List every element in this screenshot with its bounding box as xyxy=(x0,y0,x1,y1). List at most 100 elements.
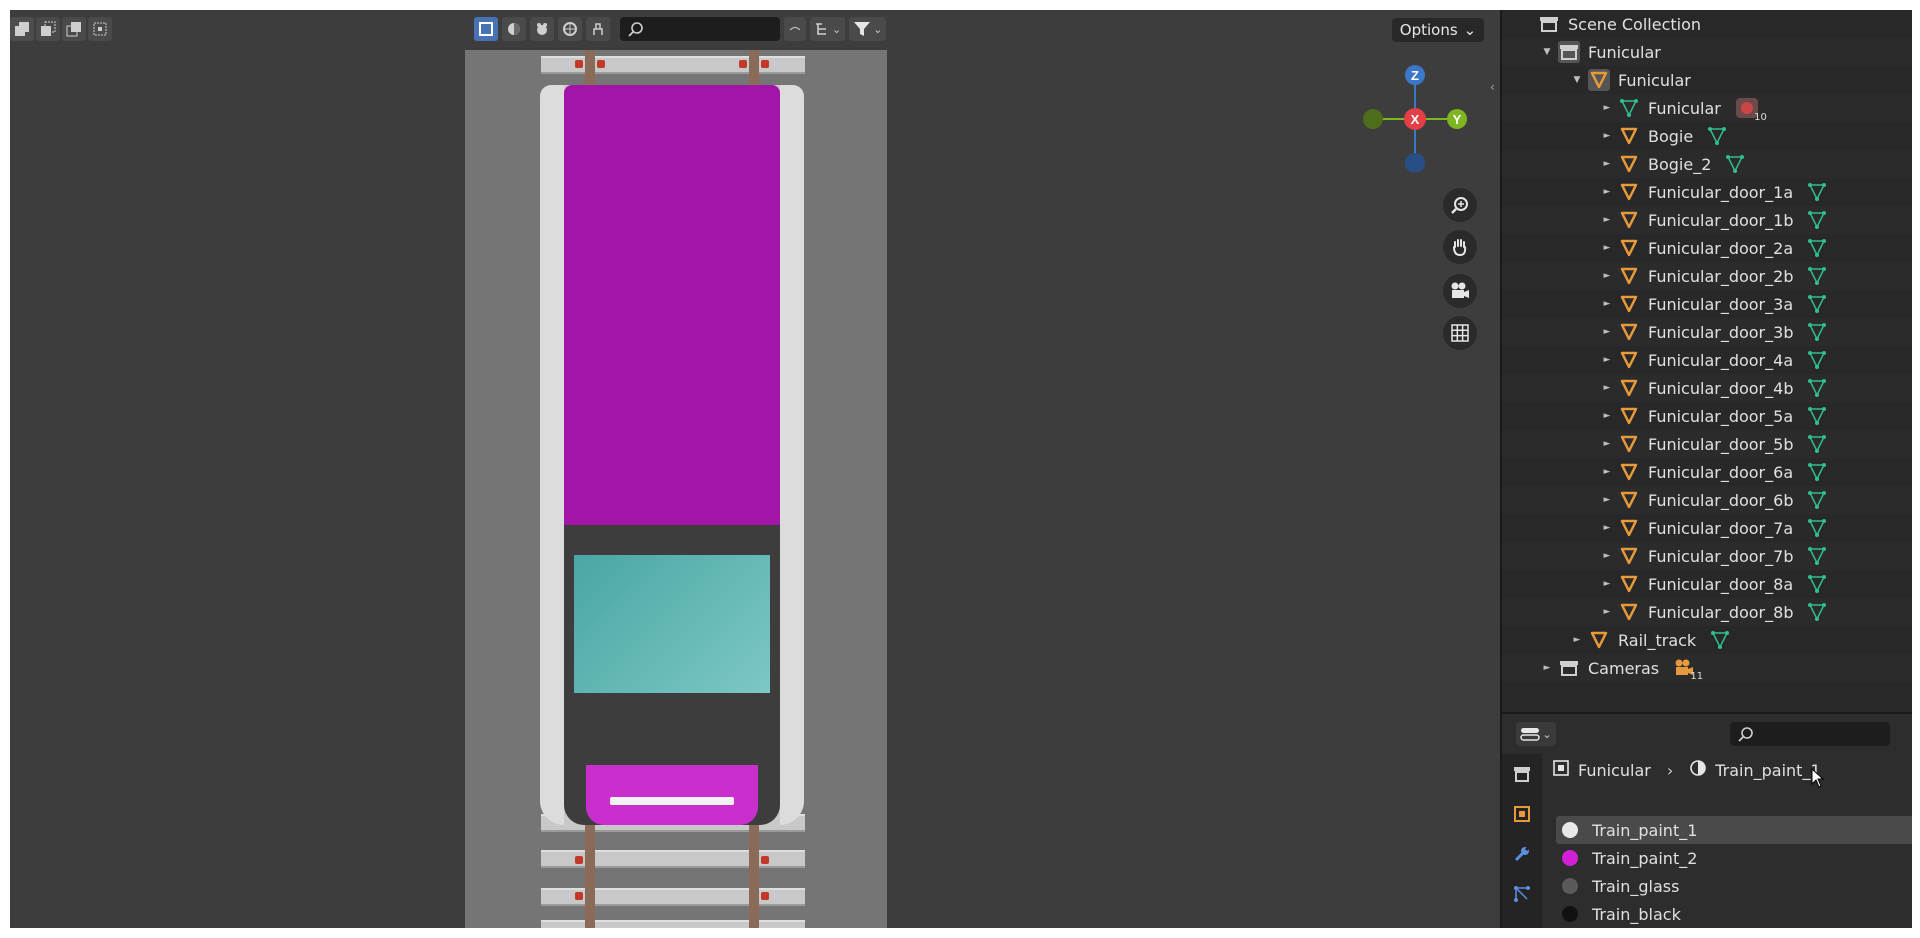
object-tab-icon[interactable] xyxy=(1510,802,1534,826)
mesh-data-icon[interactable] xyxy=(1807,182,1827,202)
disclosure-closed-icon[interactable]: ► xyxy=(1602,607,1612,617)
properties-search-input[interactable] xyxy=(1730,722,1890,746)
camera-view-icon[interactable] xyxy=(1443,274,1477,308)
outliner-row[interactable]: ► Funicular_door_4a xyxy=(1502,346,1912,374)
mesh-data-icon[interactable] xyxy=(1807,322,1827,342)
mesh-data-icon[interactable] xyxy=(1807,602,1827,622)
pan-hand-icon[interactable] xyxy=(1443,230,1477,264)
disclosure-closed-icon[interactable]: ► xyxy=(1602,495,1612,505)
outliner-row[interactable]: ► Funicular_door_2a xyxy=(1502,234,1912,262)
options-dropdown[interactable]: Options ⌄ xyxy=(1392,18,1484,42)
disclosure-closed-icon[interactable]: ► xyxy=(1602,551,1612,561)
outliner-row[interactable]: ► Funicular_door_6b xyxy=(1502,486,1912,514)
disclosure-closed-icon[interactable]: ► xyxy=(1602,327,1612,337)
disclosure-open-icon[interactable]: ▼ xyxy=(1542,47,1552,57)
3d-viewport[interactable]: ⌄ ⌄ Options ⌄ Z X Y ‹ xyxy=(10,10,1500,928)
outliner-row[interactable]: ► Funicular_door_8b xyxy=(1502,598,1912,626)
select-intersect-icon[interactable] xyxy=(88,17,112,41)
disclosure-closed-icon[interactable]: ► xyxy=(1572,635,1582,645)
outliner-row[interactable]: ► Funicular_door_1a xyxy=(1502,178,1912,206)
outliner-row[interactable]: ► Funicular_door_7b xyxy=(1502,542,1912,570)
mesh-data-icon[interactable] xyxy=(1807,266,1827,286)
material-slot[interactable]: Train_paint_1 xyxy=(1556,816,1912,844)
zoom-icon[interactable] xyxy=(1443,188,1477,222)
solid-shading-icon[interactable] xyxy=(502,17,526,41)
scene-collection-row[interactable]: Scene Collection xyxy=(1502,10,1912,38)
filter-dropdown[interactable]: ⌄ xyxy=(849,17,887,41)
modifier-icon[interactable]: 10 xyxy=(1735,97,1767,123)
outliner-row[interactable]: ► Funicular_door_5b xyxy=(1502,430,1912,458)
outliner-row[interactable]: ► Funicular_door_6a xyxy=(1502,458,1912,486)
rendered-shading-icon[interactable] xyxy=(558,17,582,41)
outliner-row[interactable]: ► Funicular_door_3a xyxy=(1502,290,1912,318)
disclosure-closed-icon[interactable]: ► xyxy=(1602,243,1612,253)
ortho-grid-icon[interactable] xyxy=(1443,316,1477,350)
disclosure-closed-icon[interactable]: ► xyxy=(1602,411,1612,421)
outliner-row[interactable]: ► Funicular 10 xyxy=(1502,94,1912,123)
disclosure-open-icon[interactable]: ▼ xyxy=(1572,75,1582,85)
select-new-icon[interactable] xyxy=(10,17,34,41)
mesh-data-icon[interactable] xyxy=(1807,434,1827,454)
outliner-row[interactable]: ► Funicular_door_3b xyxy=(1502,318,1912,346)
disclosure-closed-icon[interactable]: ► xyxy=(1602,579,1612,589)
disclosure-closed-icon[interactable]: ► xyxy=(1602,439,1612,449)
material-slot[interactable]: Train_black xyxy=(1556,900,1912,928)
disclosure-closed-icon[interactable]: ► xyxy=(1602,523,1612,533)
outliner-row[interactable]: ► Funicular_door_5a xyxy=(1502,402,1912,430)
breadcrumb-object[interactable]: Funicular xyxy=(1578,761,1651,780)
outliner-row[interactable]: ► Bogie_2 xyxy=(1502,150,1912,178)
outliner-row[interactable]: ▼ Funicular xyxy=(1502,66,1912,94)
outliner-row[interactable]: ► Funicular_door_1b xyxy=(1502,206,1912,234)
mesh-data-icon[interactable] xyxy=(1807,518,1827,538)
material-preview-icon[interactable] xyxy=(530,17,554,41)
mesh-data-icon[interactable] xyxy=(1710,630,1730,650)
mesh-data-icon[interactable] xyxy=(1807,238,1827,258)
collection-tab-icon[interactable] xyxy=(1510,762,1534,786)
outliner-row[interactable]: ► Funicular_door_2b xyxy=(1502,262,1912,290)
funicular-train-mesh[interactable] xyxy=(540,85,804,825)
material-slot[interactable]: Train_paint_2 xyxy=(1556,844,1912,872)
outliner-row[interactable]: ► Cameras 11 xyxy=(1502,654,1912,682)
breadcrumb-material[interactable]: Train_paint_1 xyxy=(1715,761,1820,780)
wireframe-shading-icon[interactable] xyxy=(474,17,498,41)
outliner-row[interactable]: ▼ Funicular xyxy=(1502,38,1912,66)
disclosure-closed-icon[interactable]: ► xyxy=(1602,187,1612,197)
disclosure-closed-icon[interactable]: ► xyxy=(1602,131,1612,141)
mesh-data-icon[interactable] xyxy=(1807,574,1827,594)
disclosure-closed-icon[interactable]: ► xyxy=(1602,215,1612,225)
mesh-data-icon[interactable] xyxy=(1807,210,1827,230)
particles-data-icon[interactable] xyxy=(1510,882,1534,906)
disclosure-closed-icon[interactable]: ► xyxy=(1542,663,1552,673)
mesh-data-icon[interactable] xyxy=(1707,126,1727,146)
camera-icon[interactable]: 11 xyxy=(1673,658,1703,682)
outliner-row[interactable]: ► Bogie xyxy=(1502,122,1912,150)
disclosure-closed-icon[interactable]: ► xyxy=(1602,159,1612,169)
disclosure-closed-icon[interactable]: ► xyxy=(1602,299,1612,309)
outliner-row[interactable]: ► Funicular_door_7a xyxy=(1502,514,1912,542)
disclosure-closed-icon[interactable]: ► xyxy=(1602,383,1612,393)
outliner-row[interactable]: ► Funicular_door_8a xyxy=(1502,570,1912,598)
material-slot[interactable]: Train_glass xyxy=(1556,872,1912,900)
mesh-data-icon[interactable] xyxy=(1807,378,1827,398)
hierarchy-dropdown[interactable]: ⌄ xyxy=(810,17,846,41)
navigation-gizmo[interactable]: Z X Y xyxy=(1360,62,1470,172)
disclosure-closed-icon[interactable]: ► xyxy=(1602,355,1612,365)
mesh-data-icon[interactable] xyxy=(1807,406,1827,426)
mesh-data-icon[interactable] xyxy=(1807,490,1827,510)
disclosure-closed-icon[interactable]: ► xyxy=(1602,271,1612,281)
mesh-data-icon[interactable] xyxy=(1807,350,1827,370)
disclosure-closed-icon[interactable]: ► xyxy=(1602,103,1612,113)
collapse-arrow-icon[interactable]: ‹ xyxy=(1490,80,1495,94)
mesh-data-icon[interactable] xyxy=(1807,462,1827,482)
mesh-data-icon[interactable] xyxy=(1807,546,1827,566)
viewport-search-input[interactable] xyxy=(620,17,780,41)
outliner-row[interactable]: ► Funicular_door_4b xyxy=(1502,374,1912,402)
editor-type-dropdown[interactable]: ⌄ xyxy=(1516,722,1556,746)
mesh-data-icon[interactable] xyxy=(1725,154,1745,174)
select-subtract-icon[interactable] xyxy=(62,17,86,41)
select-extend-icon[interactable] xyxy=(36,17,60,41)
overlay-dropdown[interactable] xyxy=(784,17,806,41)
brush-icon[interactable] xyxy=(586,17,610,41)
outliner-row[interactable]: ► Rail_track xyxy=(1502,626,1912,654)
disclosure-closed-icon[interactable]: ► xyxy=(1602,467,1612,477)
